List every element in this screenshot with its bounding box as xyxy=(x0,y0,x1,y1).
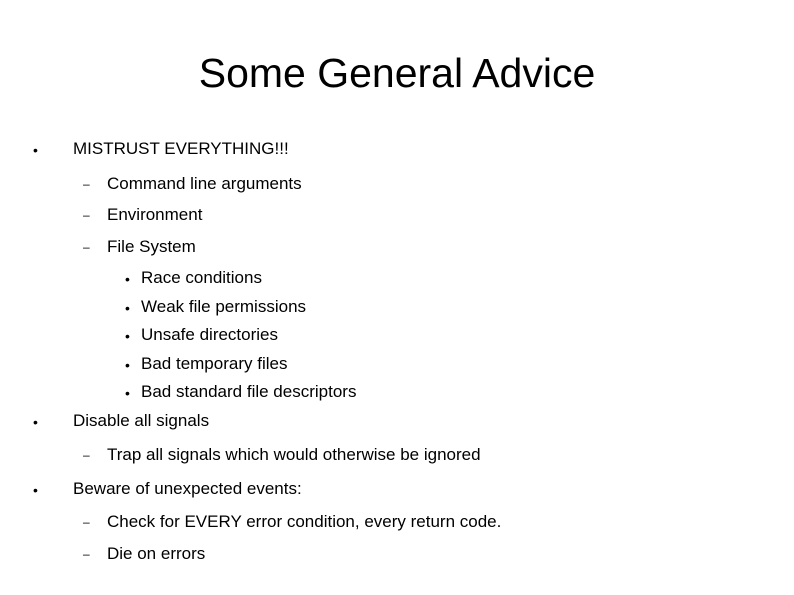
list-item-level-2: – Trap all signals which would otherwise… xyxy=(83,445,481,465)
dash-icon: – xyxy=(83,547,90,561)
item-text: File System xyxy=(107,237,196,256)
list-item-level-1: • Disable all signals xyxy=(33,411,210,431)
item-text: Race conditions xyxy=(141,268,262,287)
item-text: Disable all signals xyxy=(73,411,210,430)
item-text: Bad temporary files xyxy=(141,354,288,373)
item-text: Beware of unexpected events: xyxy=(73,479,302,498)
bullet-icon: • xyxy=(125,357,130,373)
item-text: Bad standard file descriptors xyxy=(141,382,357,401)
list-item-level-3: • Weak file permissions xyxy=(125,297,307,317)
bullet-icon: • xyxy=(33,414,38,430)
list-item-level-2: – Die on errors xyxy=(83,544,206,564)
item-text: Environment xyxy=(107,205,203,224)
dash-icon: – xyxy=(83,448,90,462)
item-text: Weak file permissions xyxy=(141,297,307,316)
item-text: Check for EVERY error condition, every r… xyxy=(107,512,502,531)
list-item-level-3: • Race conditions xyxy=(125,268,262,288)
bullet-icon: • xyxy=(125,271,130,287)
bullet-icon: • xyxy=(125,300,130,316)
bullet-icon: • xyxy=(125,328,130,344)
dash-icon: – xyxy=(83,208,90,222)
list-item-level-3: • Unsafe directories xyxy=(125,325,279,345)
list-item-level-1: • Beware of unexpected events: xyxy=(33,479,302,499)
item-text: Command line arguments xyxy=(107,174,302,193)
list-item-level-2: – Command line arguments xyxy=(83,174,302,194)
list-item-level-2: – Check for EVERY error condition, every… xyxy=(83,512,502,532)
slide-title: Some General Advice xyxy=(198,50,596,96)
bullet-icon: • xyxy=(33,142,38,158)
dash-icon: – xyxy=(83,515,90,529)
list-item-level-3: • Bad temporary files xyxy=(125,354,288,374)
item-text: Unsafe directories xyxy=(141,325,279,344)
list-item-level-1: • MISTRUST EVERYTHING!!! xyxy=(33,139,289,159)
bullet-icon: • xyxy=(33,482,38,498)
list-item-level-2: – File System xyxy=(83,237,196,257)
item-text: MISTRUST EVERYTHING!!! xyxy=(73,139,289,158)
list-item-level-3: • Bad standard file descriptors xyxy=(125,382,357,402)
item-text: Die on errors xyxy=(107,544,206,563)
dash-icon: – xyxy=(83,240,90,254)
item-text: Trap all signals which would otherwise b… xyxy=(107,445,481,464)
dash-icon: – xyxy=(83,177,90,191)
list-item-level-2: – Environment xyxy=(83,205,203,225)
bullet-icon: • xyxy=(125,385,130,401)
